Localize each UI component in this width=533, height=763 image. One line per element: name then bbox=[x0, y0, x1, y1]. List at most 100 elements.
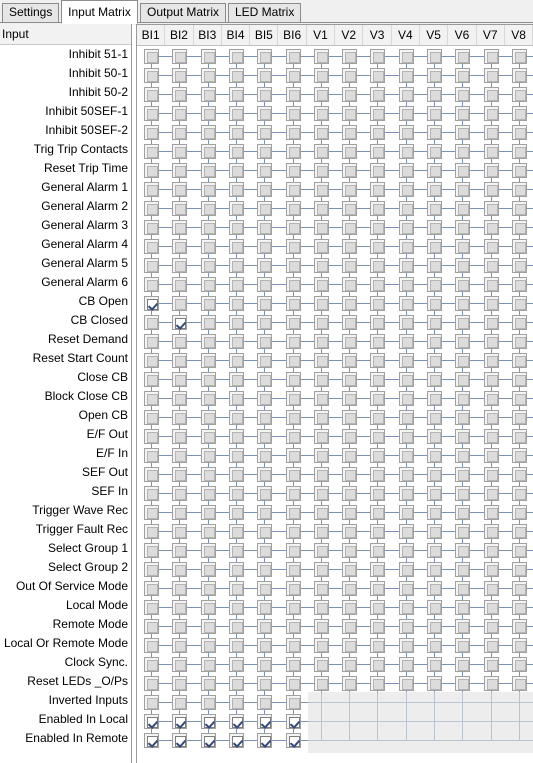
matrix-checkbox[interactable] bbox=[172, 543, 188, 558]
matrix-checkbox[interactable] bbox=[228, 657, 244, 672]
matrix-checkbox[interactable] bbox=[483, 296, 499, 311]
matrix-checkbox[interactable] bbox=[228, 581, 244, 596]
matrix-checkbox[interactable] bbox=[285, 619, 301, 634]
matrix-checkbox[interactable] bbox=[427, 524, 442, 539]
matrix-checkbox[interactable] bbox=[200, 353, 216, 368]
matrix-checkbox[interactable] bbox=[257, 220, 273, 235]
matrix-checkbox[interactable] bbox=[200, 505, 216, 520]
matrix-checkbox[interactable] bbox=[172, 277, 188, 292]
matrix-checkbox[interactable] bbox=[200, 68, 216, 83]
input-row-label[interactable]: Enabled In Remote bbox=[0, 729, 131, 748]
matrix-checkbox[interactable] bbox=[342, 144, 358, 159]
matrix-checkbox[interactable] bbox=[285, 410, 301, 425]
matrix-checkbox[interactable] bbox=[427, 638, 442, 653]
input-row-label[interactable]: Inhibit 51-1 bbox=[0, 45, 131, 64]
matrix-checkbox[interactable] bbox=[200, 714, 216, 729]
matrix-checkbox[interactable] bbox=[398, 543, 414, 558]
matrix-checkbox[interactable] bbox=[285, 391, 301, 406]
matrix-checkbox[interactable] bbox=[257, 182, 273, 197]
matrix-checkbox[interactable] bbox=[398, 125, 414, 140]
matrix-checkbox[interactable] bbox=[172, 600, 188, 615]
matrix-checkbox[interactable] bbox=[398, 315, 414, 330]
matrix-column-header-v7[interactable]: V7 bbox=[476, 25, 505, 45]
matrix-checkbox[interactable] bbox=[144, 353, 159, 368]
matrix-checkbox[interactable] bbox=[455, 106, 471, 121]
matrix-checkbox[interactable] bbox=[172, 163, 188, 178]
matrix-checkbox[interactable] bbox=[511, 581, 527, 596]
matrix-checkbox[interactable] bbox=[172, 239, 188, 254]
matrix-checkbox[interactable] bbox=[398, 296, 414, 311]
input-row-label[interactable]: Trigger Fault Rec bbox=[0, 520, 131, 539]
matrix-checkbox[interactable] bbox=[483, 258, 499, 273]
matrix-checkbox[interactable] bbox=[398, 486, 414, 501]
matrix-checkbox[interactable] bbox=[427, 239, 442, 254]
matrix-checkbox[interactable] bbox=[398, 429, 414, 444]
matrix-checkbox[interactable] bbox=[342, 87, 358, 102]
matrix-checkbox[interactable] bbox=[483, 448, 499, 463]
matrix-checkbox[interactable] bbox=[511, 676, 527, 691]
matrix-checkbox[interactable] bbox=[228, 372, 244, 387]
matrix-checkbox[interactable] bbox=[483, 49, 499, 64]
matrix-checkbox[interactable] bbox=[172, 220, 188, 235]
matrix-checkbox[interactable] bbox=[172, 524, 188, 539]
matrix-checkbox[interactable] bbox=[172, 581, 188, 596]
matrix-checkbox[interactable] bbox=[228, 448, 244, 463]
matrix-checkbox[interactable] bbox=[144, 277, 159, 292]
input-row-label[interactable]: Select Group 1 bbox=[0, 539, 131, 558]
matrix-checkbox[interactable] bbox=[313, 486, 329, 501]
matrix-checkbox[interactable] bbox=[455, 163, 471, 178]
matrix-checkbox[interactable] bbox=[483, 410, 499, 425]
matrix-checkbox[interactable] bbox=[511, 391, 527, 406]
matrix-checkbox[interactable] bbox=[511, 505, 527, 520]
matrix-column-header-v3[interactable]: V3 bbox=[363, 25, 392, 45]
matrix-checkbox[interactable] bbox=[257, 638, 273, 653]
input-row-label[interactable]: General Alarm 3 bbox=[0, 216, 131, 235]
matrix-checkbox[interactable] bbox=[455, 220, 471, 235]
matrix-checkbox[interactable] bbox=[200, 486, 216, 501]
matrix-checkbox[interactable] bbox=[370, 49, 386, 64]
matrix-checkbox[interactable] bbox=[455, 429, 471, 444]
matrix-checkbox[interactable] bbox=[313, 296, 329, 311]
matrix-checkbox[interactable] bbox=[228, 239, 244, 254]
matrix-checkbox[interactable] bbox=[483, 239, 499, 254]
matrix-checkbox[interactable] bbox=[455, 353, 471, 368]
matrix-checkbox[interactable] bbox=[257, 410, 273, 425]
matrix-checkbox[interactable] bbox=[483, 524, 499, 539]
matrix-checkbox[interactable] bbox=[144, 524, 159, 539]
matrix-checkbox[interactable] bbox=[427, 429, 442, 444]
matrix-checkbox[interactable] bbox=[172, 448, 188, 463]
matrix-checkbox[interactable] bbox=[483, 372, 499, 387]
matrix-checkbox[interactable] bbox=[313, 562, 329, 577]
matrix-checkbox[interactable] bbox=[228, 334, 244, 349]
matrix-checkbox[interactable] bbox=[285, 581, 301, 596]
matrix-checkbox[interactable] bbox=[511, 638, 527, 653]
matrix-checkbox[interactable] bbox=[200, 619, 216, 634]
matrix-checkbox[interactable] bbox=[285, 562, 301, 577]
matrix-checkbox[interactable] bbox=[228, 733, 244, 748]
matrix-checkbox[interactable] bbox=[200, 695, 216, 710]
matrix-checkbox[interactable] bbox=[200, 657, 216, 672]
matrix-checkbox[interactable] bbox=[200, 296, 216, 311]
matrix-checkbox[interactable] bbox=[313, 638, 329, 653]
matrix-checkbox[interactable] bbox=[342, 296, 358, 311]
matrix-checkbox[interactable] bbox=[398, 163, 414, 178]
matrix-checkbox[interactable] bbox=[398, 182, 414, 197]
matrix-checkbox[interactable] bbox=[144, 315, 159, 330]
matrix-checkbox[interactable] bbox=[455, 277, 471, 292]
matrix-checkbox[interactable] bbox=[398, 220, 414, 235]
matrix-checkbox[interactable] bbox=[257, 676, 273, 691]
matrix-checkbox[interactable] bbox=[342, 676, 358, 691]
matrix-checkbox[interactable] bbox=[370, 220, 386, 235]
matrix-checkbox[interactable] bbox=[228, 676, 244, 691]
matrix-checkbox[interactable] bbox=[172, 676, 188, 691]
matrix-checkbox[interactable] bbox=[313, 524, 329, 539]
matrix-checkbox[interactable] bbox=[427, 144, 442, 159]
matrix-checkbox[interactable] bbox=[427, 334, 442, 349]
matrix-checkbox[interactable] bbox=[483, 125, 499, 140]
matrix-checkbox[interactable] bbox=[483, 619, 499, 634]
matrix-checkbox[interactable] bbox=[200, 163, 216, 178]
matrix-checkbox[interactable] bbox=[144, 144, 159, 159]
matrix-checkbox[interactable] bbox=[285, 638, 301, 653]
matrix-checkbox[interactable] bbox=[427, 562, 442, 577]
matrix-checkbox[interactable] bbox=[200, 733, 216, 748]
